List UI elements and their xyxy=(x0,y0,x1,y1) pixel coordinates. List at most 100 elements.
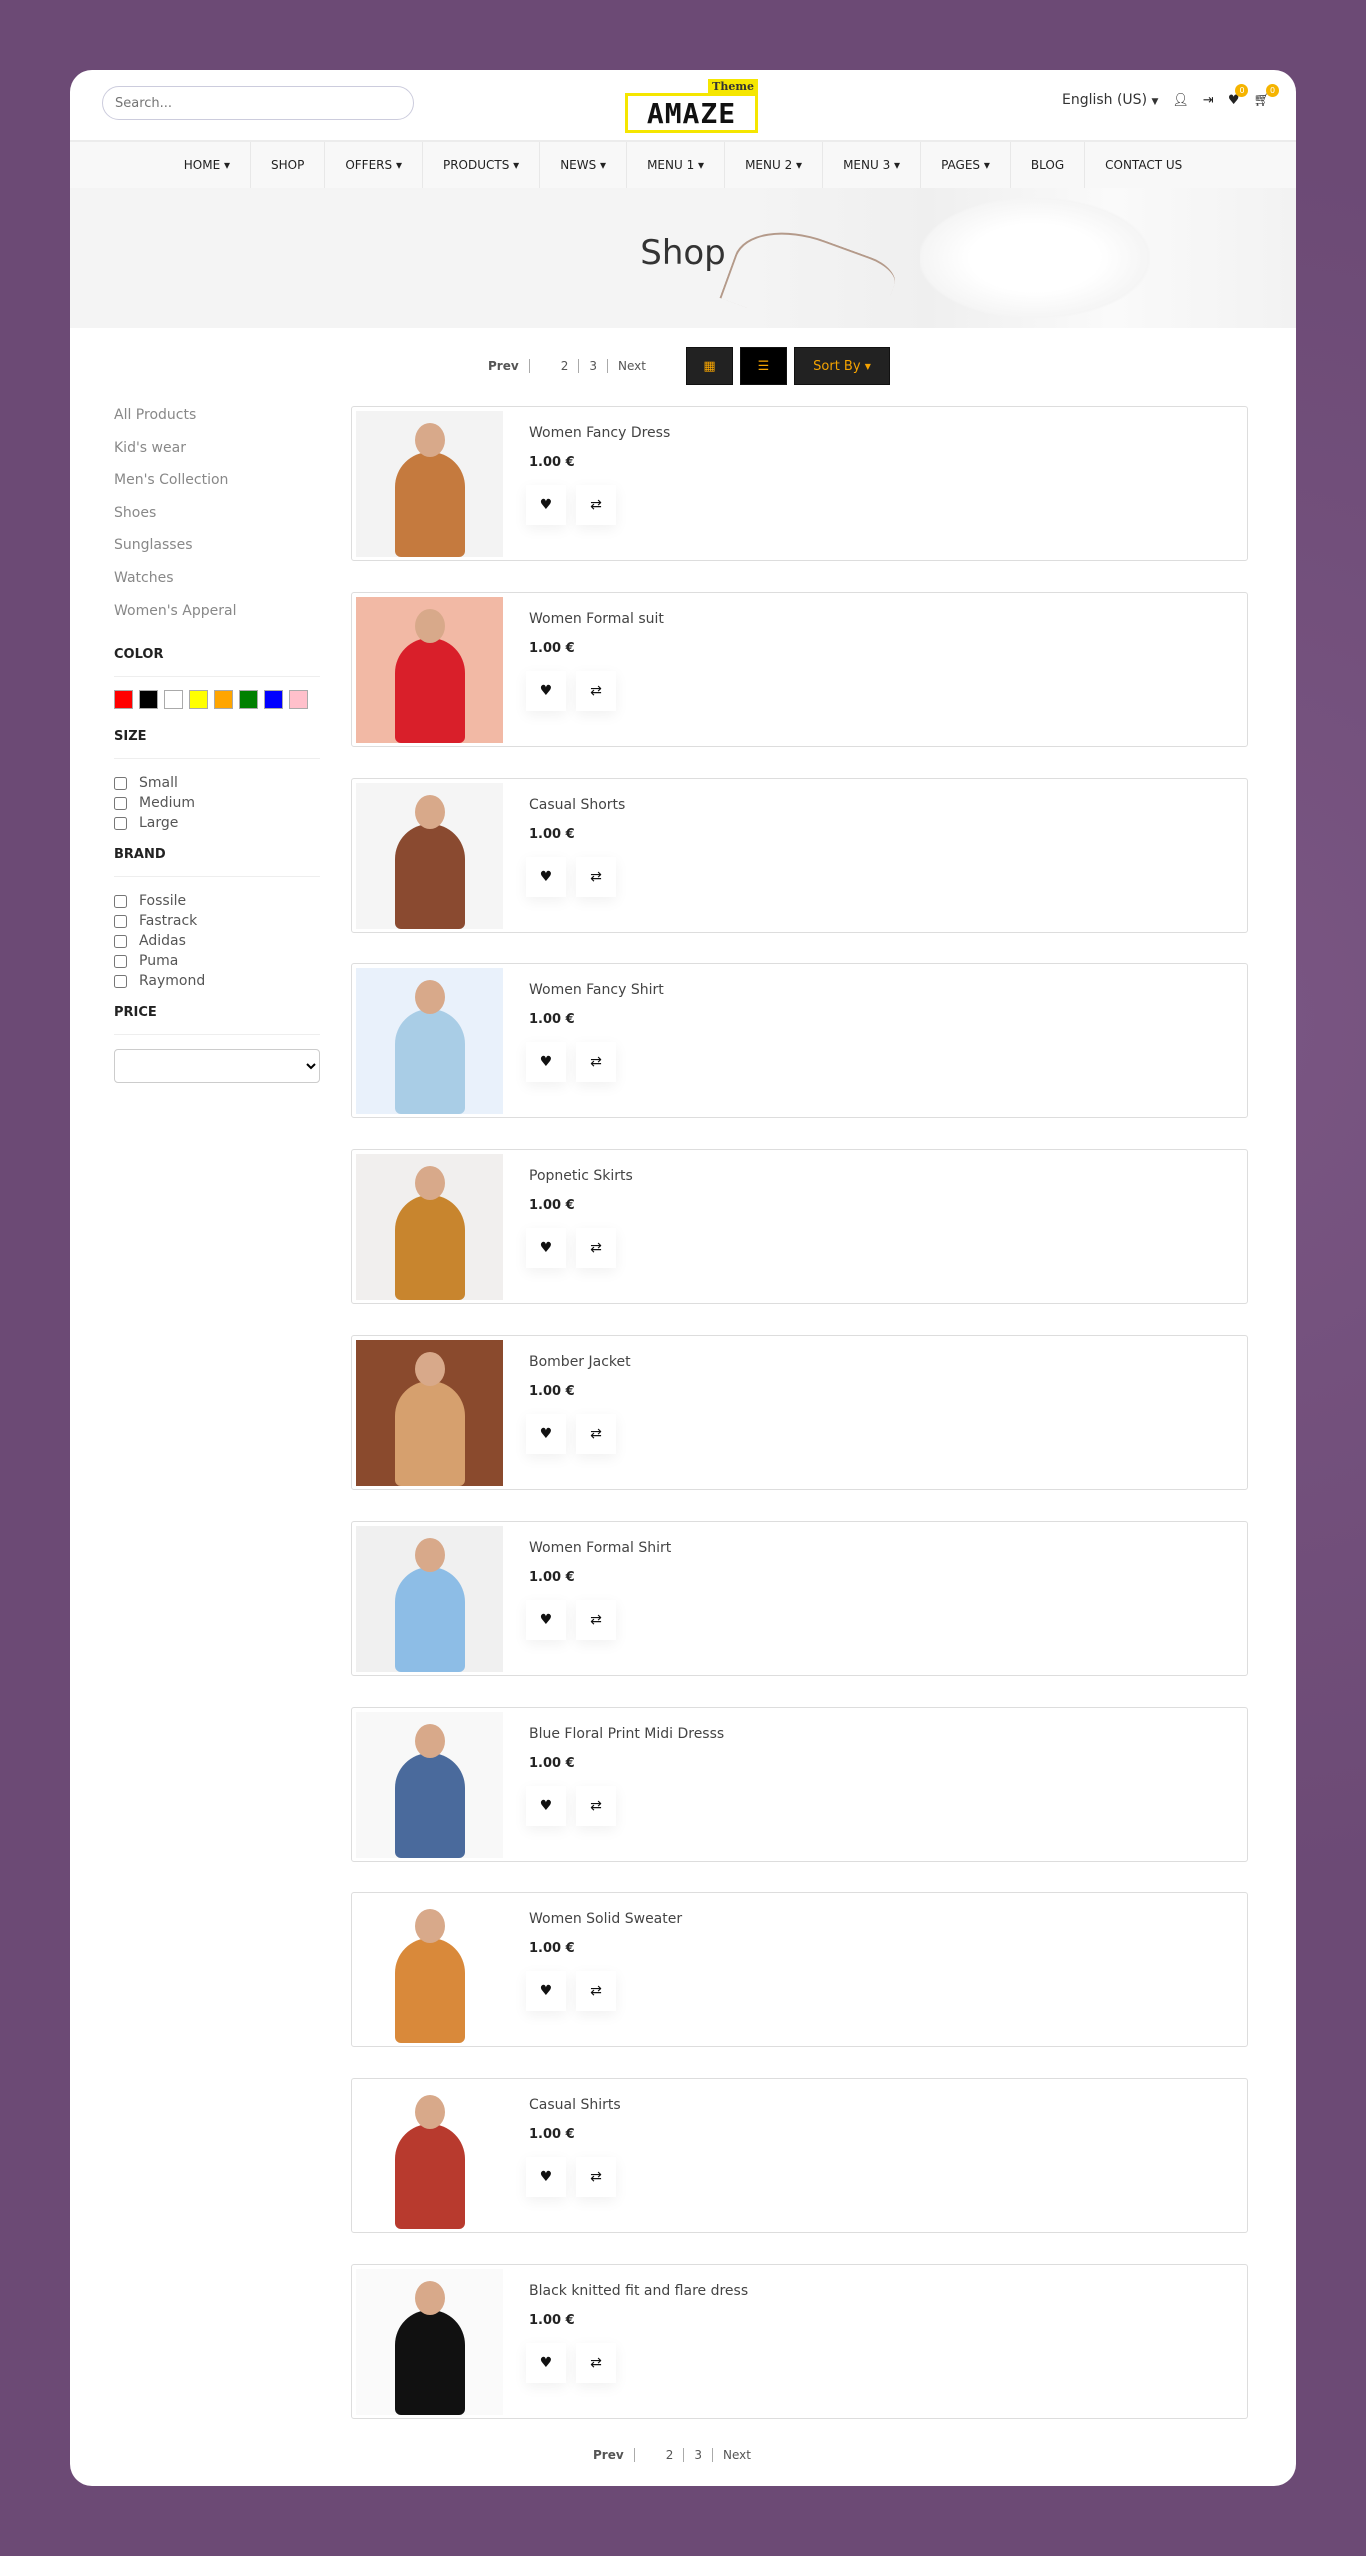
page-link-3[interactable]: 3 xyxy=(579,359,608,373)
page-link-3[interactable]: 3 xyxy=(684,2448,713,2462)
product-image[interactable] xyxy=(356,1525,503,1672)
product-name[interactable]: Women Solid Sweater xyxy=(529,1911,682,1927)
product-name[interactable]: Women Formal Shirt xyxy=(529,1540,671,1556)
search-input[interactable] xyxy=(102,86,414,120)
nav-item-menu-1[interactable]: MENU 1 ▾ xyxy=(627,142,726,188)
wishlist-icon[interactable]: ♥ 0 xyxy=(1228,83,1249,108)
color-swatch[interactable] xyxy=(239,690,258,710)
brands-checkbox[interactable] xyxy=(114,914,127,928)
nav-item-home[interactable]: HOME ▾ xyxy=(164,142,251,188)
user-icon[interactable]: 👤︎ xyxy=(1172,93,1189,108)
compare-button[interactable]: ⇄ xyxy=(576,1971,616,2012)
sizes-checkbox[interactable] xyxy=(114,796,127,810)
category-link[interactable]: Kid's wear xyxy=(114,438,320,471)
brands-option[interactable]: Adidas xyxy=(114,931,320,951)
logout-icon[interactable]: ⇥ xyxy=(1203,93,1214,108)
product-image[interactable] xyxy=(356,2269,503,2415)
wishlist-button[interactable]: ♥ xyxy=(526,1785,566,1826)
brands-option[interactable]: Fastrack xyxy=(114,911,320,931)
logo[interactable]: Theme AMAZE xyxy=(625,79,758,133)
product-name[interactable]: Blue Floral Print Midi Dresss xyxy=(529,1726,724,1742)
wishlist-button[interactable]: ♥ xyxy=(526,2157,566,2198)
list-view-button[interactable]: ☰ xyxy=(740,347,787,385)
wishlist-button[interactable]: ♥ xyxy=(526,1228,566,1269)
next-link[interactable]: Next xyxy=(713,2448,761,2462)
product-image[interactable] xyxy=(356,782,503,929)
color-swatch[interactable] xyxy=(164,690,183,710)
compare-button[interactable]: ⇄ xyxy=(576,2343,616,2383)
nav-item-menu-2[interactable]: MENU 2 ▾ xyxy=(725,142,824,188)
wishlist-button[interactable]: ♥ xyxy=(526,1599,566,1640)
language-selector[interactable]: English (US) ▼ xyxy=(1062,92,1158,108)
color-swatch[interactable] xyxy=(264,690,283,710)
product-image[interactable] xyxy=(356,2083,503,2230)
wishlist-button[interactable]: ♥ xyxy=(526,2343,566,2383)
compare-button[interactable]: ⇄ xyxy=(576,1042,616,1083)
wishlist-button[interactable]: ♥ xyxy=(526,485,566,525)
nav-item-pages[interactable]: PAGES ▾ xyxy=(921,142,1011,188)
sort-by-button[interactable]: Sort By ▼ xyxy=(794,347,890,385)
grid-view-button[interactable]: ▦ xyxy=(686,347,733,385)
sizes-checkbox[interactable] xyxy=(114,776,127,790)
color-swatch[interactable] xyxy=(139,690,158,710)
wishlist-button[interactable]: ♥ xyxy=(526,1971,566,2012)
color-swatch[interactable] xyxy=(289,690,308,710)
cart-icon[interactable]: 🛒︎ 0 xyxy=(1253,83,1279,108)
brands-checkbox[interactable] xyxy=(114,934,127,948)
category-link[interactable]: All Products xyxy=(114,405,320,438)
product-name[interactable]: Popnetic Skirts xyxy=(529,1168,633,1184)
nav-item-shop[interactable]: SHOP xyxy=(251,142,326,188)
product-name[interactable]: Casual Shirts xyxy=(529,2097,621,2113)
product-name[interactable]: Black knitted fit and flare dress xyxy=(529,2283,748,2299)
color-swatch[interactable] xyxy=(114,690,133,710)
product-image[interactable] xyxy=(356,1154,503,1301)
sizes-option[interactable]: Large xyxy=(114,813,320,833)
nav-item-products[interactable]: PRODUCTS ▾ xyxy=(423,142,541,188)
product-name[interactable]: Casual Shorts xyxy=(529,797,625,813)
brands-option[interactable]: Raymond xyxy=(114,971,320,991)
sizes-checkbox[interactable] xyxy=(114,816,127,830)
page-link-2[interactable]: 2 xyxy=(656,2448,685,2462)
sizes-option[interactable]: Small xyxy=(114,773,320,793)
color-swatch[interactable] xyxy=(189,690,208,710)
wishlist-button[interactable]: ♥ xyxy=(526,670,566,711)
prev-link[interactable]: Prev xyxy=(478,359,530,373)
color-swatch[interactable] xyxy=(214,690,233,710)
next-link[interactable]: Next xyxy=(608,359,656,373)
compare-button[interactable]: ⇄ xyxy=(576,1599,616,1640)
compare-button[interactable]: ⇄ xyxy=(576,856,616,897)
nav-item-menu-3[interactable]: MENU 3 ▾ xyxy=(823,142,922,188)
prev-link[interactable]: Prev xyxy=(583,2448,635,2462)
product-image[interactable] xyxy=(356,1711,503,1858)
category-link[interactable]: Shoes xyxy=(114,503,320,536)
compare-button[interactable]: ⇄ xyxy=(576,1785,616,1826)
compare-button[interactable]: ⇄ xyxy=(576,670,616,711)
brands-option[interactable]: Fossile xyxy=(114,891,320,911)
category-link[interactable]: Men's Collection xyxy=(114,470,320,503)
product-name[interactable]: Bomber Jacket xyxy=(529,1354,631,1370)
brands-checkbox[interactable] xyxy=(114,974,127,988)
sizes-option[interactable]: Medium xyxy=(114,793,320,813)
wishlist-button[interactable]: ♥ xyxy=(526,856,566,897)
nav-item-blog[interactable]: BLOG xyxy=(1011,142,1086,188)
compare-button[interactable]: ⇄ xyxy=(576,1228,616,1269)
category-link[interactable]: Watches xyxy=(114,568,320,601)
product-image[interactable] xyxy=(356,968,503,1115)
product-name[interactable]: Women Formal suit xyxy=(529,611,664,627)
product-image[interactable] xyxy=(356,1340,503,1486)
product-image[interactable] xyxy=(356,1897,503,2044)
category-link[interactable]: Women's Apperal xyxy=(114,601,320,634)
product-name[interactable]: Women Fancy Shirt xyxy=(529,982,664,998)
compare-button[interactable]: ⇄ xyxy=(576,485,616,525)
wishlist-button[interactable]: ♥ xyxy=(526,1414,566,1454)
category-link[interactable]: Sunglasses xyxy=(114,535,320,568)
brands-checkbox[interactable] xyxy=(114,894,127,908)
compare-button[interactable]: ⇄ xyxy=(576,2157,616,2198)
compare-button[interactable]: ⇄ xyxy=(576,1414,616,1454)
product-name[interactable]: Women Fancy Dress xyxy=(529,425,670,441)
brands-checkbox[interactable] xyxy=(114,954,127,968)
brands-option[interactable]: Puma xyxy=(114,951,320,971)
nav-item-news[interactable]: NEWS ▾ xyxy=(540,142,628,188)
nav-item-offers[interactable]: OFFERS ▾ xyxy=(325,142,423,188)
wishlist-button[interactable]: ♥ xyxy=(526,1042,566,1083)
